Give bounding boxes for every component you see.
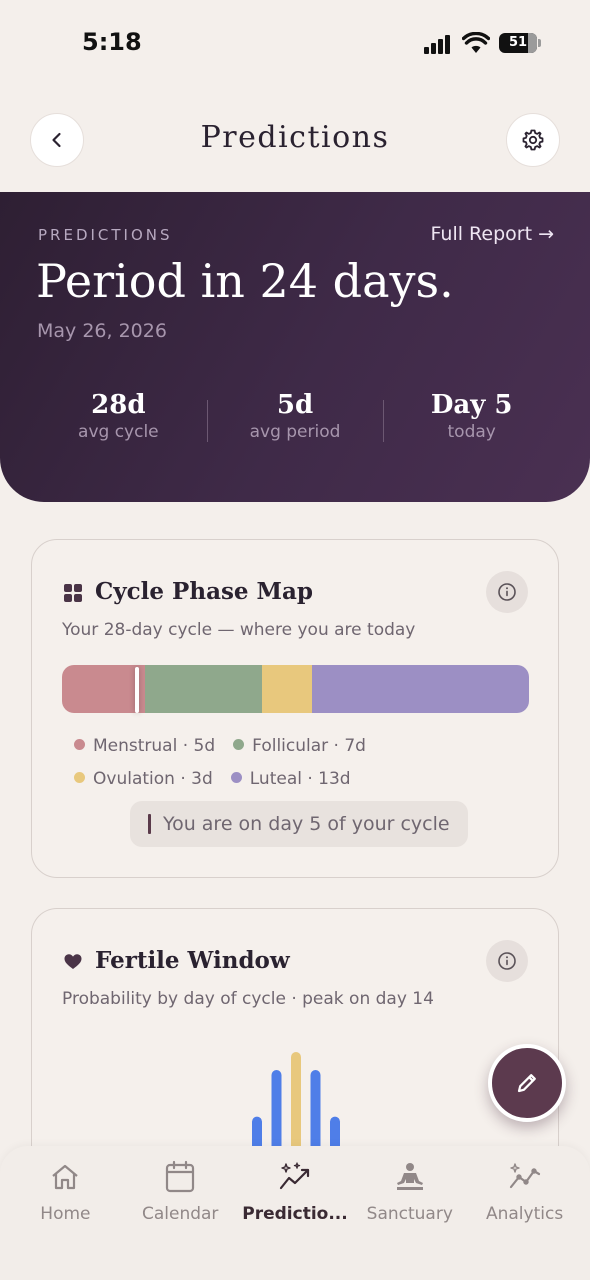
- tab-home[interactable]: Home: [8, 1146, 123, 1280]
- predicted-date: May 26, 2026: [37, 320, 167, 342]
- tab-analytics[interactable]: Analytics: [467, 1146, 582, 1280]
- stat-value: 28d: [91, 390, 146, 420]
- hero-section-label: PREDICTIONS: [38, 226, 173, 244]
- tab-label: Sanctuary: [366, 1204, 453, 1224]
- pencil-icon: [517, 1074, 536, 1093]
- tab-calendar[interactable]: Calendar: [123, 1146, 238, 1280]
- tab-predictions[interactable]: Predictio...: [238, 1146, 353, 1280]
- period-countdown: Period in 24 days.: [36, 254, 454, 308]
- prediction-hero: PREDICTIONS Full Report → Period in 24 d…: [0, 192, 590, 502]
- status-time: 5:18: [82, 28, 142, 56]
- legend-item: Follicular · 7d: [233, 730, 366, 763]
- card-title: Fertile Window: [95, 947, 290, 974]
- stat-avg-cycle: 28d avg cycle: [30, 390, 207, 460]
- info-icon: [498, 952, 516, 970]
- phase-segment: [262, 665, 313, 713]
- stat-avg-period: 5d avg period: [206, 390, 384, 460]
- legend-label: Ovulation · 3d: [93, 769, 213, 789]
- settings-button[interactable]: [506, 113, 560, 167]
- page-title: Predictions: [200, 120, 390, 155]
- legend-item: Ovulation · 3d: [74, 763, 213, 796]
- info-icon: [498, 583, 516, 601]
- cycle-phase-map-card: Cycle Phase Map Your 28-day cycle — wher…: [31, 539, 559, 878]
- tab-sanctuary[interactable]: Sanctuary: [352, 1146, 467, 1280]
- tab-label: Analytics: [485, 1204, 564, 1224]
- stat-label: avg cycle: [78, 422, 159, 442]
- phase-segment: [145, 665, 263, 713]
- legend-item: Luteal · 13d: [230, 763, 351, 796]
- probability-bar-day-14: [291, 1052, 301, 1147]
- battery-level: 51: [508, 35, 528, 50]
- probability-bar-day-15: [310, 1070, 321, 1147]
- meditation-icon: [396, 1163, 423, 1190]
- bottom-tab-bar: Home Calendar Predictio... Sanctuary Ana…: [0, 1146, 590, 1280]
- probability-bar-day-13: [271, 1070, 282, 1147]
- phase-segment: [312, 665, 529, 713]
- stat-label: avg period: [249, 422, 341, 442]
- cycle-phase-bar: [62, 665, 529, 713]
- fertile-info-button[interactable]: [486, 940, 528, 982]
- stat-label: today: [447, 422, 496, 442]
- wifi-icon: [461, 31, 491, 54]
- full-report-link[interactable]: Full Report →: [431, 223, 554, 245]
- stat-today: Day 5 today: [383, 390, 560, 460]
- card-subtitle: Your 28-day cycle — where you are today: [62, 620, 416, 640]
- gear-icon: [522, 129, 544, 151]
- fertile-probability-chart: [252, 1052, 340, 1147]
- phase-legend: Menstrual · 5d Follicular · 7d Ovulation ·…: [74, 730, 534, 796]
- stat-value: 5d: [276, 390, 314, 420]
- stat-value: Day 5: [430, 390, 513, 420]
- legend-dot-icon: [74, 772, 85, 783]
- probability-bar-day-12: [252, 1116, 262, 1147]
- today-tick-icon: [148, 814, 151, 834]
- today-indicator: You are on day 5 of your cycle: [130, 801, 468, 847]
- tab-label: Calendar: [141, 1204, 219, 1224]
- legend-item: Menstrual · 5d: [74, 730, 215, 763]
- status-bar: 5:18 51: [0, 0, 590, 90]
- sparkle-trend-icon: [279, 1162, 310, 1190]
- legend-dot-icon: [233, 739, 245, 750]
- home-icon: [52, 1164, 79, 1190]
- legend-label: Luteal · 13d: [249, 769, 351, 789]
- cellular-signal-icon: [424, 34, 452, 54]
- card-title: Cycle Phase Map: [95, 578, 314, 605]
- legend-dot-icon: [230, 772, 242, 783]
- today-indicator-text: You are on day 5 of your cycle: [163, 813, 450, 835]
- legend-label: Menstrual · 5d: [93, 736, 216, 756]
- card-subtitle: Probability by day of cycle · peak on da…: [62, 989, 434, 1009]
- grid-icon: [64, 584, 82, 602]
- today-marker: [135, 667, 140, 713]
- log-entry-fab[interactable]: [488, 1044, 566, 1122]
- legend-label: Follicular · 7d: [252, 736, 366, 756]
- tab-label: Home: [40, 1204, 91, 1224]
- hero-stats: 28d avg cycle 5d avg period Day 5 today: [30, 390, 560, 460]
- calendar-icon: [166, 1160, 195, 1193]
- phase-segment: [62, 665, 146, 713]
- probability-bar-day-16: [330, 1116, 340, 1147]
- legend-dot-icon: [74, 739, 85, 750]
- battery-icon: 51: [499, 33, 541, 53]
- phase-info-button[interactable]: [486, 571, 528, 613]
- analytics-icon: [509, 1163, 540, 1189]
- heart-icon: [64, 954, 82, 969]
- tab-label: Predictio...: [242, 1204, 348, 1224]
